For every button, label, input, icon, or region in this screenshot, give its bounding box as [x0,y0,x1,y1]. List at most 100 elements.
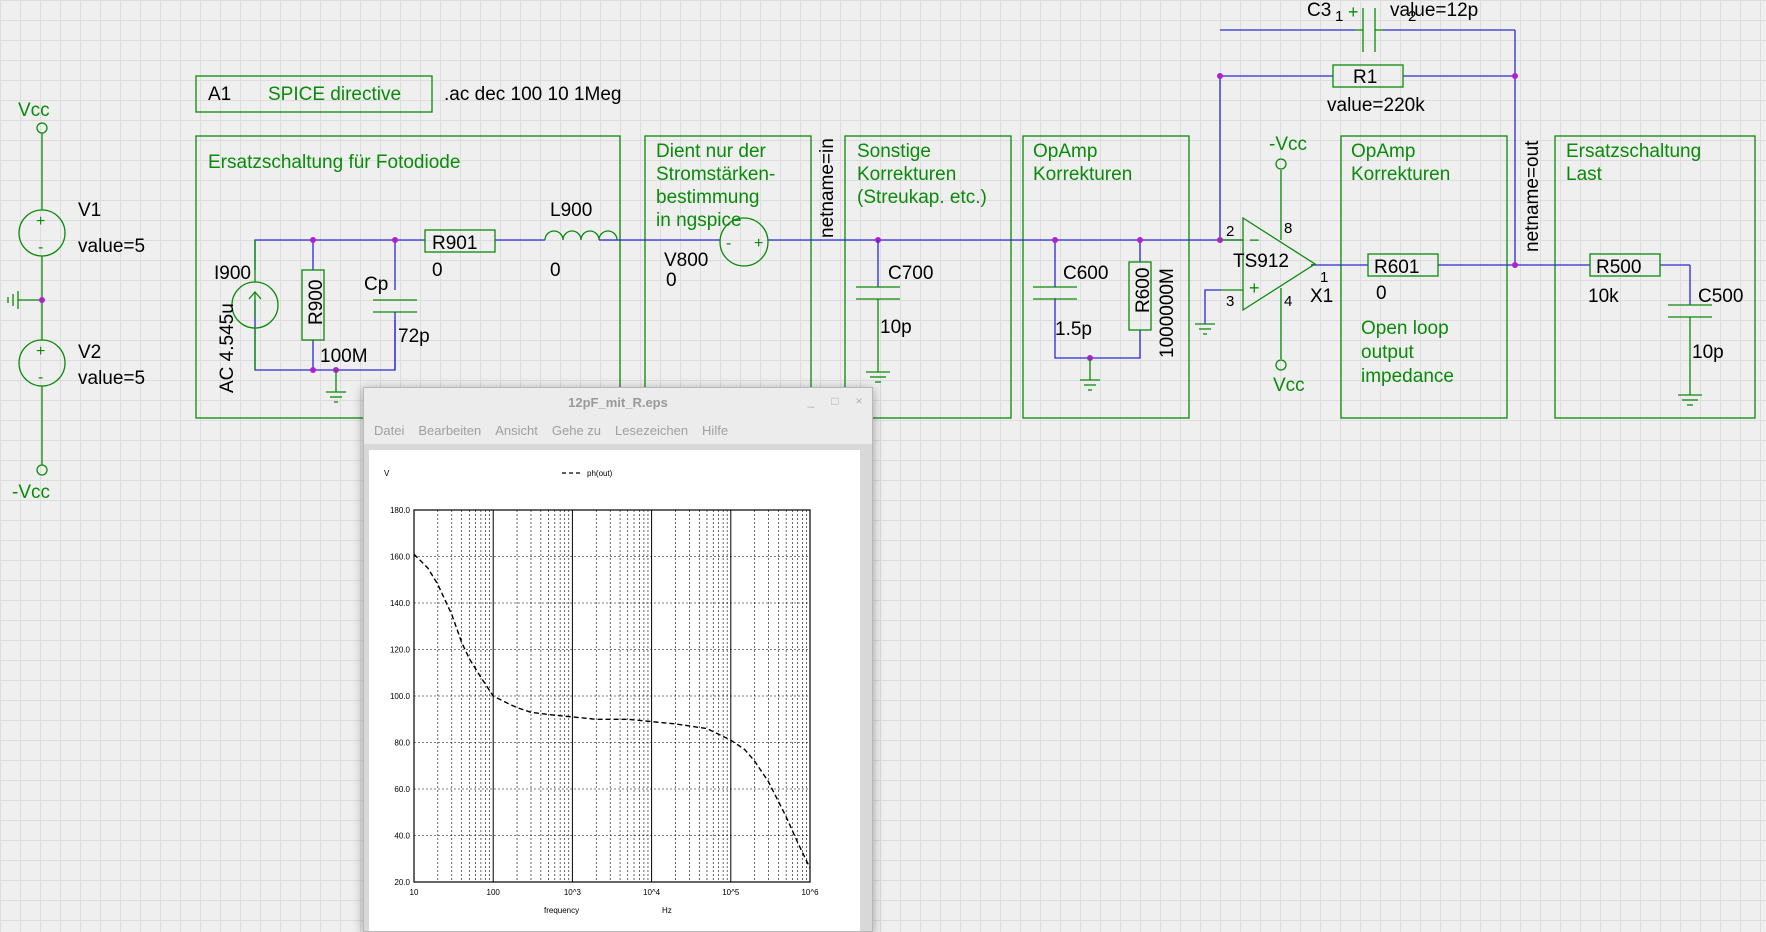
block-title-sonstige-1: Sonstige [857,141,931,162]
netname-out-label[interactable]: netname=out [1522,140,1543,252]
svg-text:-: - [38,239,43,256]
y-tick-label: 20.0 [394,878,410,887]
r900-component[interactable]: R900 100M [301,269,368,367]
block-title-ngspice-3: bestimmung [656,187,760,208]
r500-component[interactable]: R500 10k [1588,253,1661,307]
opamp-pin8: 8 [1284,220,1292,237]
menu-lesezeichen[interactable]: Lesezeichen [615,423,688,438]
v2-name[interactable]: V2 [78,342,101,363]
block-title-opamp2-2: Korrekturen [1351,164,1450,185]
r901-component[interactable]: R901 0 [424,229,496,281]
c3-component[interactable]: + C3 1 2 value=12p [1307,0,1478,52]
svg-text:+: + [36,343,45,360]
c600-component[interactable]: C600 1.5p [1033,263,1108,340]
i900-name: I900 [214,263,251,284]
svg-text:+: + [1348,2,1359,22]
x-tick-label: 10 [410,888,419,897]
c500-component[interactable]: C500 10p [1668,286,1743,406]
v800-value: 0 [666,270,677,291]
r1-component[interactable]: R1 value=220k [1327,64,1425,116]
menu-datei[interactable]: Datei [374,423,404,438]
r900-name: R900 [306,280,327,325]
r1-name: R1 [1353,67,1377,88]
c500-value: 10p [1692,342,1724,363]
svg-text:+: + [754,235,763,252]
block-title-ngspice-4: in ngspice [656,210,742,231]
vcc-label: Vcc [18,100,50,121]
r901-name: R901 [432,233,477,254]
maximize-button[interactable]: □ [828,394,842,408]
menu-ansicht[interactable]: Ansicht [495,423,538,438]
y-tick-label: 140.0 [390,599,411,608]
legend-label: ph(out) [587,469,613,478]
block-title-sonstige-3: (Streukap. etc.) [857,187,987,208]
c3-pin1: 1 [1335,8,1343,25]
x-tick-label: 100 [487,888,501,897]
schematic-canvas[interactable]: + - + - Vcc V1 value=5 V2 value=5 -Vcc A… [0,0,1766,930]
y-tick-label: 40.0 [394,832,410,841]
wire-junctions [310,73,1518,373]
spice-directive[interactable]: A1 SPICE directive .ac dec 100 10 1Meg [195,75,621,113]
v1-value[interactable]: value=5 [78,236,145,257]
x-tick-label: 10^3 [564,888,582,897]
l900-value: 0 [550,260,561,281]
opamp-pin3: 3 [1226,293,1234,310]
block-title-sonstige-2: Korrekturen [857,164,956,185]
y-tick-labels: 20.0 40.0 60.0 80.0 100.0 120.0 140.0 160.0 180.… [390,506,411,887]
v2-value[interactable]: value=5 [78,368,145,389]
c500-name: C500 [1698,286,1743,307]
c3-value: value=12p [1390,0,1478,21]
r600-name: R600 [1133,268,1154,313]
opamp-pin2: 2 [1226,223,1234,240]
menu-hilfe[interactable]: Hilfe [702,423,728,438]
cp-value: 72p [398,326,430,347]
netname-in-label[interactable]: netname=in [817,138,838,238]
series-line-ph-out [413,553,811,869]
block-title-opamp1-1: OpAmp [1033,141,1097,162]
menu-bearbeiten[interactable]: Bearbeiten [418,423,481,438]
l900-component[interactable]: L900 0 [544,200,618,281]
svg-text:+: + [1249,278,1260,298]
opamp-ref: X1 [1310,286,1333,307]
spice-id: A1 [208,84,231,105]
y-axis-label: V [384,469,390,478]
viewer-menubar: Datei Bearbeiten Ansicht Gehe zu Lesezei… [364,418,872,442]
eps-viewer-window[interactable]: 12pF_mit_R.eps _ □ × Datei Bearbeiten An… [363,387,873,932]
c3-name: C3 [1307,0,1331,21]
menu-gehe-zu[interactable]: Gehe zu [552,423,601,438]
power-sources: + - + - Vcc V1 value=5 V2 value=5 -Vcc [7,100,145,503]
c600-value: 1.5p [1055,319,1092,340]
close-button[interactable]: × [852,394,866,408]
viewer-titlebar[interactable]: 12pF_mit_R.eps _ □ × [364,388,872,418]
opamp-pin1: 1 [1320,269,1328,286]
minimize-button[interactable]: _ [804,394,818,408]
cp-component[interactable]: Cp 72p [364,274,430,370]
phase-plot: 20.0 40.0 60.0 80.0 100.0 120.0 140.0 160.0 180.… [384,469,820,915]
block-title-opamp1-2: Korrekturen [1033,164,1132,185]
block-title-ngspice-2: Stromstärken- [656,164,775,185]
spice-command[interactable]: .ac dec 100 10 1Meg [444,84,621,105]
r900-value: 100M [320,346,368,367]
i900-value: AC 4.545u [217,303,238,393]
svg-text:−: − [1249,230,1260,250]
r601-component[interactable]: R601 0 [1367,253,1439,304]
ground-fotodiode [326,370,346,403]
x-tick-labels: 10 100 10^3 10^4 10^5 10^6 [410,888,820,897]
r600-component[interactable]: R600 1000000M [1128,261,1178,358]
v1-name[interactable]: V1 [78,200,101,221]
spice-label: SPICE directive [268,84,401,105]
opamp-vpos-label: Vcc [1273,375,1305,396]
block-title-ngspice-1: Dient nur der [656,141,767,162]
x-axis-label: frequency [544,906,579,915]
r601-name: R601 [1374,257,1419,278]
block-title-last-1: Ersatzschaltung [1566,141,1701,162]
c700-component[interactable]: C700 10p [856,240,933,383]
c700-value: 10p [880,317,912,338]
v800-name: V800 [664,250,708,271]
svg-text:-: - [726,235,731,252]
ground-opamp-plus [1195,323,1215,335]
x-axis-unit: Hz [662,906,672,915]
y-tick-label: 160.0 [390,553,411,562]
viewer-title: 12pF_mit_R.eps [568,395,668,410]
viewer-document-area[interactable]: 20.0 40.0 60.0 80.0 100.0 120.0 140.0 160.0 180.… [364,444,872,931]
